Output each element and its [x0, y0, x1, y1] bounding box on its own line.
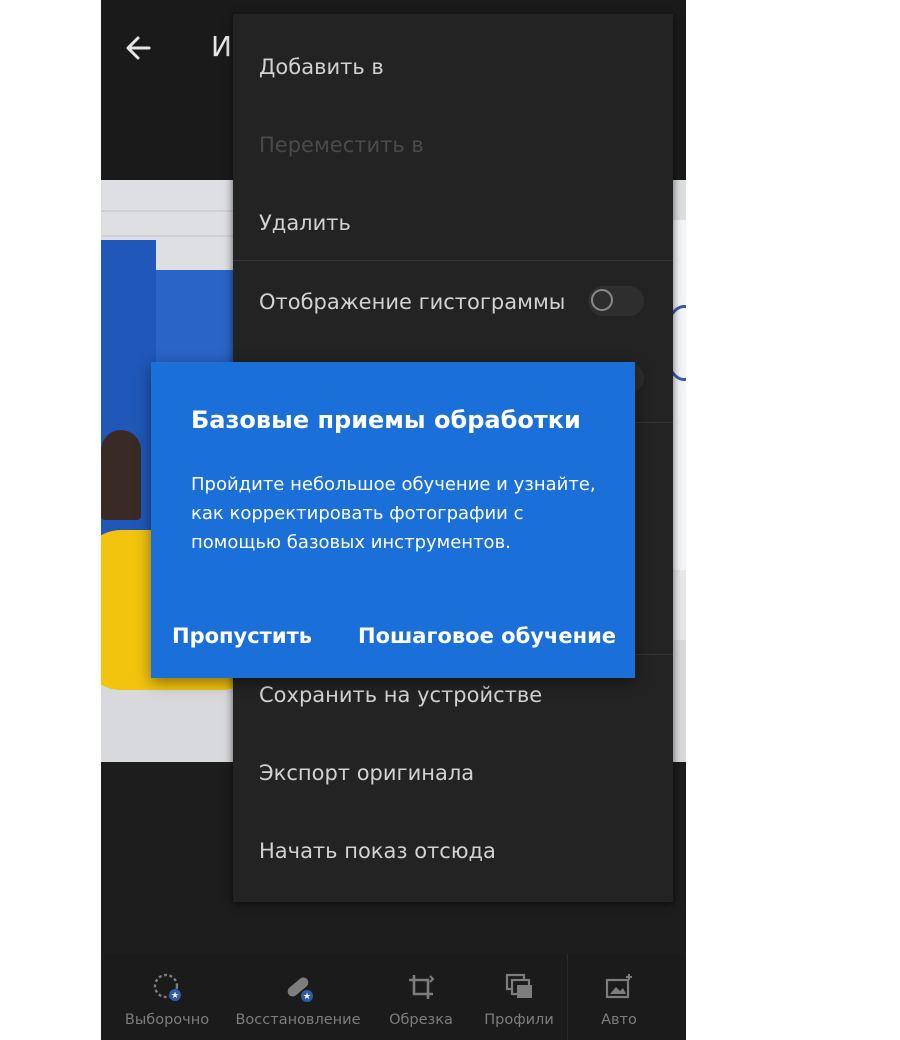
menu-item-export-original[interactable]: Экспорт оригинала	[259, 760, 474, 786]
healing-bandage-icon: ★	[287, 977, 313, 1002]
bottom-toolbar: ★ Выборочно ★ Восстановление Обрезка Про…	[101, 954, 686, 1040]
tool-healing[interactable]: ★ Восстановление	[233, 954, 363, 1040]
toolbar-divider	[567, 954, 568, 1040]
menu-divider	[233, 260, 673, 261]
tool-label: Выборочно	[124, 1012, 210, 1028]
profiles-icon	[505, 973, 532, 998]
menu-item-show-histogram[interactable]: Отображение гистограммы	[259, 289, 565, 315]
back-button[interactable]	[119, 28, 159, 68]
menu-item-save-to-device[interactable]: Сохранить на устройстве	[259, 682, 542, 708]
tool-label: Авто	[601, 1012, 637, 1028]
tool-profiles[interactable]: Профили	[479, 954, 559, 1040]
auto-icon	[605, 974, 632, 999]
svg-text:★: ★	[303, 992, 311, 1002]
phone-screen: И Добавить в Переместить в Удалить Отобр…	[101, 0, 686, 1040]
selective-icon: ★	[153, 973, 181, 1001]
histogram-toggle[interactable]	[588, 286, 644, 316]
tool-auto[interactable]: Авто	[589, 954, 649, 1040]
menu-item-add-to[interactable]: Добавить в	[259, 54, 384, 80]
menu-item-start-slideshow[interactable]: Начать показ отсюда	[259, 838, 496, 864]
tool-selective[interactable]: ★ Выборочно	[121, 954, 213, 1040]
tool-crop[interactable]: Обрезка	[385, 954, 457, 1040]
menu-item-move-to: Переместить в	[259, 133, 424, 157]
tool-label: Обрезка	[389, 1012, 453, 1028]
tool-label: Восстановление	[235, 1012, 361, 1028]
dialog-body: Пройдите небольшое обучение и узнайте, к…	[191, 474, 596, 553]
arrow-left-icon	[126, 36, 151, 60]
start-tutorial-button[interactable]: Пошаговое обучение	[358, 624, 616, 648]
page-title: И	[211, 30, 232, 63]
skip-button[interactable]: Пропустить	[172, 624, 312, 648]
dialog-title: Базовые приемы обработки	[191, 406, 581, 434]
toggle-knob	[591, 289, 613, 311]
onboarding-dialog: Базовые приемы обработки Пройдите неболь…	[151, 362, 635, 678]
crop-icon	[409, 975, 435, 999]
menu-item-delete[interactable]: Удалить	[259, 210, 351, 236]
tool-label: Профили	[484, 1012, 554, 1028]
svg-text:★: ★	[171, 991, 179, 1001]
